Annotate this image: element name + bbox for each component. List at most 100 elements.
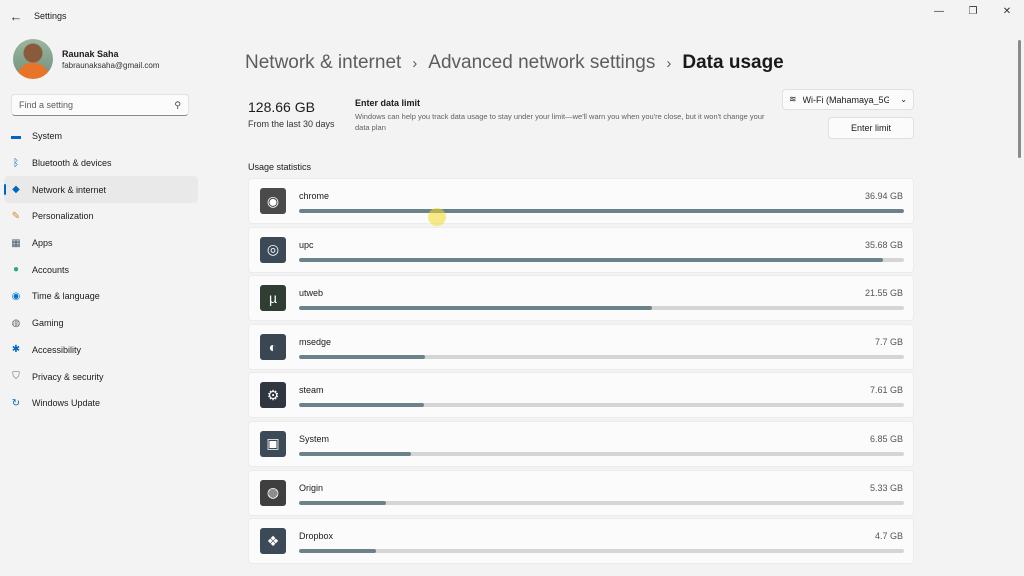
person-icon: ● (12, 264, 20, 276)
app-usage-row[interactable]: ◉ chrome 36.94 GB (248, 178, 914, 224)
search-input[interactable] (19, 100, 159, 110)
app-name: msedge (299, 336, 332, 347)
scrollbar[interactable] (1018, 40, 1021, 158)
back-button[interactable]: ← (0, 0, 32, 32)
sidebar-item-label: Apps (32, 238, 53, 249)
wifi-icon: ◆ (12, 184, 20, 196)
app-title: Settings (34, 11, 67, 21)
usage-summary: 128.66 GB From the last 30 days (248, 99, 335, 129)
steam-icon: ⚙ (260, 382, 286, 409)
usage-bar-fill (299, 257, 884, 262)
sidebar-item-accounts[interactable]: ● Accounts (4, 256, 198, 283)
usage-bar-fill (299, 451, 411, 456)
sidebar-item-windows-update[interactable]: ↻ Windows Update (4, 390, 198, 417)
close-icon: ✕ (1002, 5, 1012, 17)
sidebar-item-gaming[interactable]: ◍ Gaming (4, 310, 198, 337)
sidebar-item-label: System (32, 131, 63, 142)
minimize-icon: — (934, 5, 944, 17)
chevron-right-icon: › (412, 54, 418, 72)
network-select-value: Wi-Fi (Mahamaya_5G (802, 94, 889, 105)
sidebar-nav: ▬ System ᛒ Bluetooth & devices ◆ Network & in… (4, 123, 198, 417)
app-name: Dropbox (299, 531, 334, 542)
app-usage-value: 6.85 GB (869, 433, 903, 444)
sidebar-item-personalization[interactable]: ✎ Personalization (4, 203, 198, 230)
app-usage-row[interactable]: ◐ msedge 7.7 GB (248, 323, 914, 370)
total-usage: 128.66 GB (248, 99, 315, 115)
app-usage-row[interactable]: ❖ Dropbox 4.7 GB (248, 518, 914, 565)
bluetooth-icon: ᛒ (13, 157, 19, 169)
usage-bar (299, 209, 904, 213)
sidebar-item-label: Network & internet (32, 184, 107, 195)
app-usage-value: 21.55 GB (864, 288, 903, 299)
watermark-logo-icon (428, 208, 446, 226)
sidebar-item-system[interactable]: ▬ System (4, 123, 198, 150)
monitor-icon: ▬ (11, 130, 21, 142)
utorrent-icon: µ (260, 285, 286, 312)
minimize-button[interactable]: — (922, 0, 956, 22)
app-usage-row[interactable]: µ utweb 21.55 GB (248, 275, 914, 322)
sidebar-item-label: Time & language (32, 291, 100, 302)
app-name: System (299, 433, 330, 444)
usage-period: From the last 30 days (248, 119, 335, 129)
app-usage-row[interactable]: ⚙ steam 7.61 GB (248, 372, 914, 419)
profile-name: Raunak Saha (62, 48, 119, 59)
search-box: ⚲ (11, 94, 189, 116)
app-usage-row[interactable]: ◎ upc 35.68 GB (248, 226, 914, 273)
globe-clock-icon: ◉ (11, 290, 21, 302)
app-name: Origin (299, 482, 324, 493)
app-usage-row[interactable]: ◍ Origin 5.33 GB (248, 469, 914, 516)
sidebar-item-label: Accounts (32, 264, 70, 275)
sidebar-item-label: Accessibility (32, 344, 82, 355)
page-title: Data usage (682, 52, 784, 73)
app-usage-value: 35.68 GB (864, 239, 903, 250)
close-button[interactable]: ✕ (990, 0, 1024, 22)
profile[interactable]: Raunak Saha fabraunaksaha@gmail.com (13, 39, 160, 79)
watermark (428, 208, 448, 226)
sidebar-item-time-and-language[interactable]: ◉ Time & language (4, 283, 198, 310)
chrome-icon: ◉ (260, 188, 286, 214)
sidebar-item-label: Bluetooth & devices (32, 158, 112, 169)
breadcrumb-item-advanced[interactable]: Advanced network settings (428, 52, 655, 74)
maximize-button[interactable]: ❐ (956, 0, 990, 22)
avatar (13, 39, 53, 79)
app-usage-value: 4.7 GB (874, 531, 903, 542)
app-usage-row[interactable]: ▣ System 6.85 GB (248, 420, 914, 467)
breadcrumb-item-network[interactable]: Network & internet (245, 52, 401, 74)
sidebar-item-privacy-and-security[interactable]: ⛉ Privacy & security (4, 363, 198, 390)
origin-icon: ◍ (260, 479, 286, 506)
usage-bar-fill (299, 354, 425, 359)
sidebar-item-label: Privacy & security (32, 371, 104, 382)
sidebar: Raunak Saha fabraunaksaha@gmail.com ⚲ ▬ S… (0, 32, 205, 576)
usage-bar-fill (299, 549, 376, 554)
usage-bar (299, 257, 904, 262)
app-usage-value: 7.7 GB (874, 336, 903, 347)
sidebar-item-label: Gaming (32, 318, 64, 329)
network-select[interactable]: ≋ Wi-Fi (Mahamaya_5G ⌄ (782, 89, 914, 110)
title-bar: ← Settings — ❐ ✕ (0, 0, 1024, 32)
sidebar-item-network-and-internet[interactable]: ◆ Network & internet (4, 176, 198, 204)
usage-bar-fill (299, 306, 652, 311)
sidebar-item-bluetooth-and-devices[interactable]: ᛒ Bluetooth & devices (4, 150, 198, 177)
usage-statistics-title: Usage statistics (248, 162, 312, 172)
usage-bar (299, 500, 904, 505)
system-window-icon: ▣ (260, 430, 286, 457)
maximize-icon: ❐ (968, 5, 978, 17)
chevron-down-icon: ⌄ (900, 95, 907, 104)
usage-bar (299, 354, 904, 359)
app-name: steam (299, 385, 324, 396)
gamepad-icon: ◍ (11, 317, 21, 329)
chevron-right-icon: › (666, 54, 672, 72)
shield-icon: ⛉ (12, 371, 20, 383)
enter-limit-button[interactable]: Enter limit (828, 117, 914, 139)
data-limit-description: Windows can help you track data usage to… (355, 112, 765, 132)
app-name: upc (299, 239, 314, 250)
sidebar-item-apps[interactable]: ▦ Apps (4, 230, 198, 257)
usage-bar-fill (299, 209, 904, 213)
profile-email: fabraunaksaha@gmail.com (62, 60, 160, 70)
sidebar-item-accessibility[interactable]: ✱ Accessibility (4, 337, 198, 364)
brush-icon: ✎ (11, 210, 21, 222)
breadcrumb: Network & internet › Advanced network se… (245, 52, 784, 74)
search-icon[interactable]: ⚲ (174, 100, 181, 111)
sidebar-item-label: Windows Update (32, 398, 101, 409)
data-limit-title: Enter data limit (355, 98, 421, 108)
